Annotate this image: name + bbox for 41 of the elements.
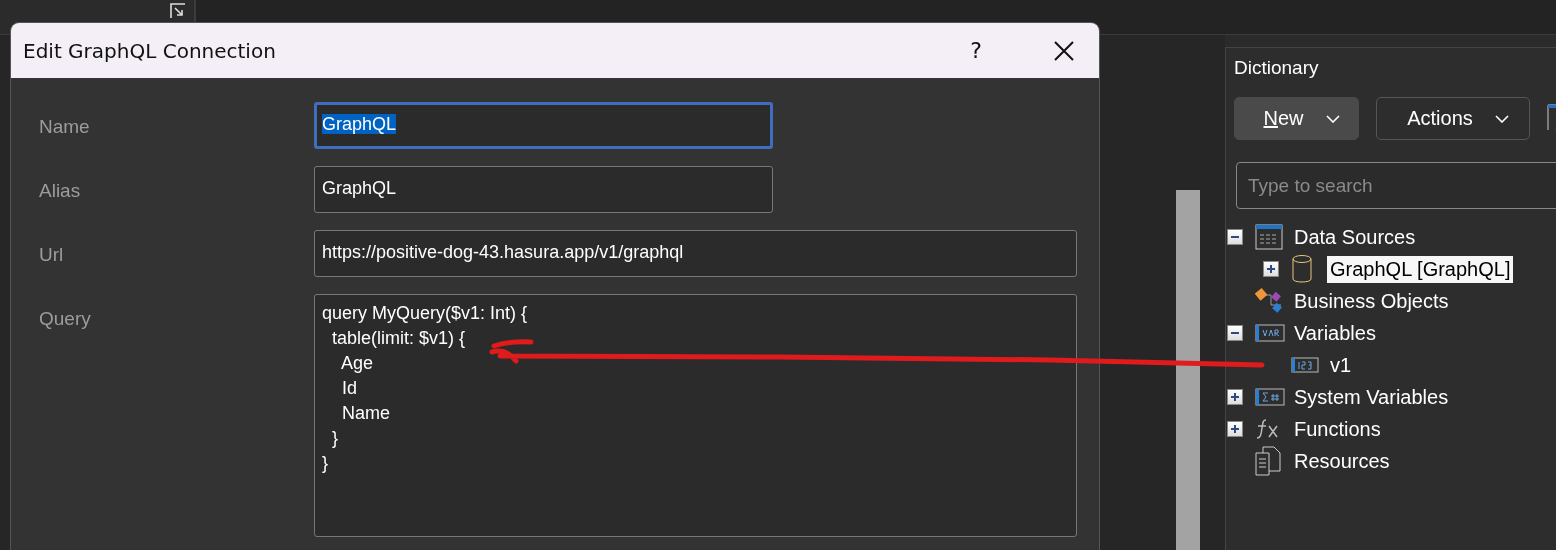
field-label: Query <box>39 307 92 330</box>
expand-toggle[interactable] <box>1227 389 1243 405</box>
selected-text: GraphQL <box>322 114 397 134</box>
input-field[interactable]: GraphQL <box>314 166 773 213</box>
dialog-title: Edit GraphQL Connection <box>23 38 277 63</box>
scrollbar-thumb[interactable] <box>1176 190 1200 550</box>
expand-toggle[interactable] <box>1227 421 1243 437</box>
field-label: Name <box>39 115 91 138</box>
number-variable-icon <box>1291 357 1319 373</box>
table-icon <box>1255 224 1283 250</box>
tree-item[interactable]: System Variables <box>1291 383 1452 411</box>
tree-item[interactable]: v1 <box>1327 351 1355 379</box>
panel-title: Dictionary <box>1233 56 1320 80</box>
business-objects-icon <box>1255 287 1285 315</box>
field-label: Alias <box>39 179 82 202</box>
tree-item[interactable]: Functions <box>1291 415 1384 443</box>
query-editor[interactable]: query MyQuery($v1: Int) { table(limit: $v1) { Age Id Name } } <box>314 294 1077 537</box>
collapse-toggle[interactable] <box>1227 325 1243 341</box>
dropdown-button[interactable]: New <box>1234 97 1359 140</box>
tree-item[interactable]: Resources <box>1291 447 1393 475</box>
tree-item[interactable]: Data Sources <box>1291 223 1419 251</box>
chevron-down-icon <box>1494 114 1509 123</box>
tree-item[interactable]: Variables <box>1291 319 1379 347</box>
input-field[interactable]: https://positive-dog-43.hasura.app/v1/graphql <box>314 230 1077 277</box>
close-icon <box>1053 39 1075 62</box>
input-field[interactable]: GraphQL <box>314 102 773 149</box>
function-icon <box>1255 417 1281 441</box>
resize-icon[interactable] <box>170 3 186 19</box>
database-icon <box>1291 254 1313 284</box>
document-icon <box>1255 446 1281 476</box>
dropdown-button[interactable]: Actions <box>1376 97 1530 140</box>
chevron-down-icon <box>1325 114 1340 123</box>
variable-icon <box>1255 324 1285 342</box>
tree-item[interactable]: GraphQL [GraphQL] <box>1327 255 1514 283</box>
tree-item[interactable]: Business Objects <box>1291 287 1452 315</box>
collapse-toggle[interactable] <box>1227 229 1243 245</box>
field-label: Url <box>39 243 65 266</box>
expand-toggle[interactable] <box>1263 261 1279 277</box>
system-variable-icon <box>1255 388 1285 406</box>
help-button[interactable]: ? <box>956 38 996 63</box>
search-field[interactable]: Type to search <box>1236 162 1556 209</box>
